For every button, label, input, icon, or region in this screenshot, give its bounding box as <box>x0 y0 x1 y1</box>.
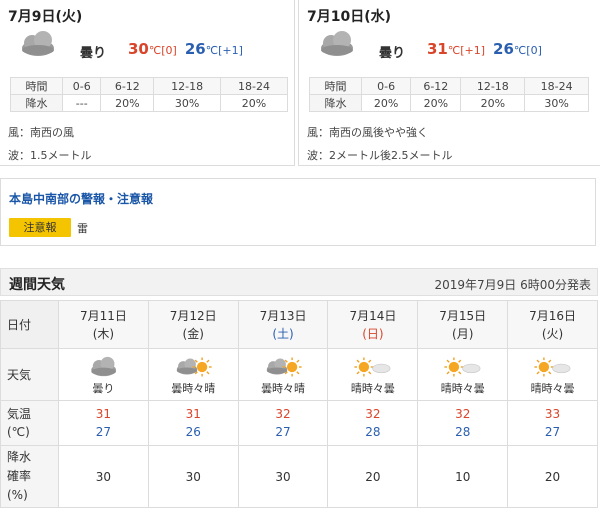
day-weather-label: 曇り <box>80 46 107 61</box>
weekly-forecast-title: 週間天気 <box>9 277 65 293</box>
week-date-cell: 7月16日 (火) <box>507 300 598 349</box>
wave-info: 波：1.5メートル <box>8 149 92 162</box>
week-date-cell: 7月11日 (木) <box>58 300 149 349</box>
low-temp: 26℃[+1] <box>184 40 243 58</box>
rain-value: 30% <box>524 94 589 112</box>
week-weather-cell: 曇時々晴 <box>237 348 329 401</box>
day-weather-label: 曇り <box>379 46 406 61</box>
high-temp: 30℃[0] <box>128 40 177 58</box>
advisory-badge: 注意報 <box>9 218 71 237</box>
week-prob-cell: 20 <box>507 445 598 508</box>
high-temp: 31℃[+1] <box>427 40 486 58</box>
warning-title-link[interactable]: 本島中南部の警報・注意報 <box>9 190 153 207</box>
week-date-cell: 7月13日 (土) <box>237 300 329 349</box>
rain-table-header-label: 時間 <box>10 77 63 95</box>
row-label-date: 日付 <box>0 300 59 349</box>
day-forecast-card-1: 7月9日(火) 曇り 30℃[0] 26℃[+1] 時間 0-6 6-12 12-… <box>0 0 295 166</box>
wave-info: 波：2メートル後2.5メートル <box>307 149 453 162</box>
rain-period: 12-18 <box>460 77 526 95</box>
week-weather-cell: 晴時々曇 <box>327 348 419 401</box>
sun-cloud-icon <box>353 356 391 377</box>
rain-value: --- <box>61 94 102 112</box>
rain-period: 18-24 <box>220 77 288 95</box>
issued-timestamp: 2019年7月9日 6時00分発表 <box>434 278 591 292</box>
week-weather-cell: 曇り <box>58 348 149 401</box>
rain-row-label: 降水 <box>309 94 362 112</box>
rain-value: 20% <box>100 94 155 112</box>
rain-period: 12-18 <box>153 77 222 95</box>
day-temperatures: 31℃[+1] 26℃[0] <box>427 40 542 58</box>
rain-probability-table: 時間 0-6 6-12 12-18 18-24 降水 20% 20% 20% 3… <box>309 77 589 112</box>
advisory-text: 雷 <box>77 222 88 235</box>
warning-panel: 本島中南部の警報・注意報 注意報 雷 <box>0 178 596 246</box>
rain-row-label: 降水 <box>10 94 63 112</box>
weather-row: 天気 曇り 曇時々晴 曇時々晴 晴時々曇 晴時々曇 晴時々曇 <box>0 348 598 401</box>
weekly-forecast-table: 日付 7月11日 (木) 7月12日 (金) 7月13日 (土) 7月14日 (日) 7… <box>0 300 598 508</box>
day-forecast-card-2: 7月10日(水) 曇り 31℃[+1] 26℃[0] 時間 0-6 6-12 12… <box>298 0 600 166</box>
cloudy-icon <box>22 31 54 56</box>
rain-value: 30% <box>153 94 222 112</box>
rain-value: 20% <box>410 94 462 112</box>
week-temp-cell: 32 28 <box>417 400 509 446</box>
day-date: 7月10日(水) <box>307 9 392 25</box>
cloudy-icon <box>321 31 353 56</box>
week-prob-cell: 10 <box>417 445 509 508</box>
date-row: 日付 7月11日 (木) 7月12日 (金) 7月13日 (土) 7月14日 (日) 7… <box>0 300 598 349</box>
cloud-sun-icon <box>266 356 303 377</box>
week-temp-cell: 31 26 <box>147 400 239 446</box>
low-temp: 26℃[0] <box>493 40 542 58</box>
rain-period: 0-6 <box>360 77 412 95</box>
sun-cloud-icon <box>533 356 570 377</box>
week-temp-cell: 32 27 <box>237 400 329 446</box>
row-label-temperature: 気温 (℃) <box>0 400 59 446</box>
week-weather-cell: 曇時々晴 <box>147 348 239 401</box>
wind-info: 風：南西の風後やや強く <box>307 126 428 139</box>
precipitation-row: 降水 確率 (%) 30 30 30 20 10 20 <box>0 445 598 508</box>
wind-info: 風：南西の風 <box>8 126 74 139</box>
sun-cloud-icon <box>443 356 481 377</box>
rain-period: 6-12 <box>410 77 462 95</box>
rain-value: 20% <box>360 94 412 112</box>
rain-value: 20% <box>460 94 526 112</box>
row-label-precipitation: 降水 確率 (%) <box>0 445 59 508</box>
week-date-cell: 7月14日 (日) <box>327 300 419 349</box>
week-weather-cell: 晴時々曇 <box>507 348 598 401</box>
rain-value: 20% <box>220 94 288 112</box>
rain-period: 18-24 <box>524 77 589 95</box>
rain-probability-table: 時間 0-6 6-12 12-18 18-24 降水 --- 20% 30% 2… <box>10 77 288 112</box>
week-date-cell: 7月15日 (月) <box>417 300 509 349</box>
week-temp-cell: 32 28 <box>327 400 419 446</box>
weekly-forecast-header: 週間天気 2019年7月9日 6時00分発表 <box>0 268 598 296</box>
rain-period: 6-12 <box>100 77 155 95</box>
cloud-sun-icon <box>177 356 213 377</box>
temperature-row: 気温 (℃) 31 27 31 26 32 27 32 28 32 28 33 27 <box>0 400 598 446</box>
week-prob-cell: 20 <box>327 445 419 508</box>
week-prob-cell: 30 <box>58 445 149 508</box>
rain-table-header-label: 時間 <box>309 77 362 95</box>
week-prob-cell: 30 <box>237 445 329 508</box>
week-weather-cell: 晴時々曇 <box>417 348 509 401</box>
day-date: 7月9日(火) <box>8 9 83 25</box>
week-prob-cell: 30 <box>147 445 239 508</box>
cloudy-icon <box>91 356 117 376</box>
week-temp-cell: 31 27 <box>58 400 149 446</box>
row-label-weather: 天気 <box>0 348 59 401</box>
day-temperatures: 30℃[0] 26℃[+1] <box>128 40 243 58</box>
rain-period: 0-6 <box>61 77 102 95</box>
week-date-cell: 7月12日 (金) <box>147 300 239 349</box>
week-temp-cell: 33 27 <box>507 400 598 446</box>
